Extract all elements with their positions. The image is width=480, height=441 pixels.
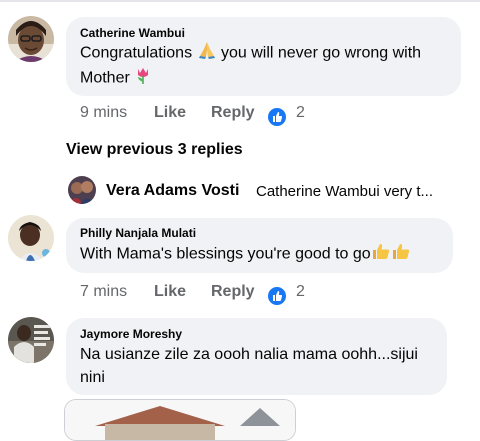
view-previous-replies-link[interactable]: View previous 3 replies xyxy=(66,141,243,159)
thumbs-up-emoji xyxy=(391,242,411,267)
comment-author-name[interactable]: Catherine Wambui xyxy=(80,26,185,40)
folded-hands-emoji xyxy=(197,41,217,66)
avatar-philly-nanjala-mulati[interactable] xyxy=(8,215,54,261)
reply-button[interactable]: Reply xyxy=(211,104,255,122)
comment-text-part: Congratulations xyxy=(80,44,197,62)
attached-image-thumbnail[interactable] xyxy=(64,399,296,441)
like-reaction-icon[interactable] xyxy=(266,106,288,128)
like-button[interactable]: Like xyxy=(154,283,186,301)
avatar-jaymore-moreshy[interactable] xyxy=(8,317,54,363)
like-button[interactable]: Like xyxy=(154,104,186,122)
comment-author-name[interactable]: Philly Nanjala Mulati xyxy=(80,226,196,240)
comment-author-name[interactable]: Jaymore Moreshy xyxy=(80,327,182,341)
comment-timestamp: 7 mins xyxy=(80,283,128,300)
avatar-catherine-wambui[interactable] xyxy=(8,16,54,62)
comment-text-part: With Mama's blessings you're good to go xyxy=(80,245,371,263)
reaction-count[interactable]: 2 xyxy=(296,283,305,301)
top-divider xyxy=(0,0,480,2)
like-reaction-icon[interactable] xyxy=(266,285,288,307)
avatar-vera-adams-vosti[interactable] xyxy=(68,176,96,204)
thumbs-up-emoji xyxy=(371,242,391,267)
tulip-emoji xyxy=(134,66,152,91)
reply-button[interactable]: Reply xyxy=(211,283,255,301)
comment-text: With Mama's blessings you're good to go xyxy=(80,242,450,267)
comment-text: Na usianze zile za oooh nalia mama oohh.… xyxy=(80,346,418,386)
comment-timestamp: 9 mins xyxy=(80,104,128,121)
reaction-count[interactable]: 2 xyxy=(296,104,305,122)
comment-text: Congratulations you will never go wrong … xyxy=(80,41,452,91)
reply-author-name[interactable]: Vera Adams Vosti xyxy=(106,182,239,200)
reply-snippet[interactable]: Catherine Wambui very t... xyxy=(256,183,461,200)
